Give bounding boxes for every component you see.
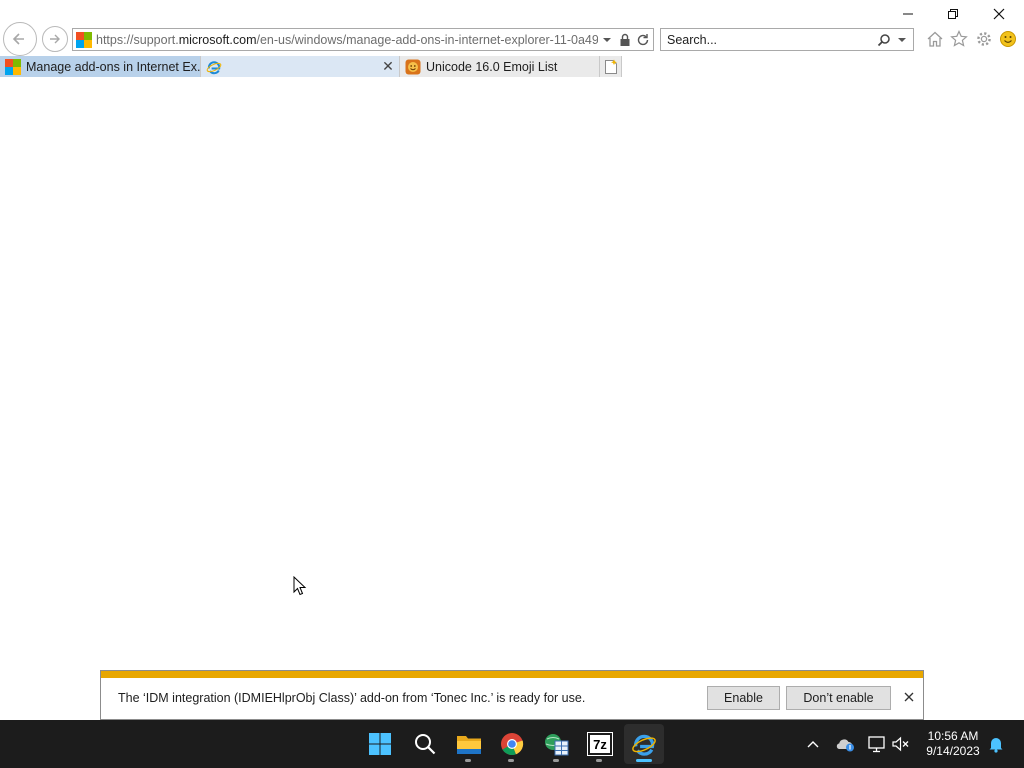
favorites-button[interactable] bbox=[948, 28, 970, 50]
new-tab-icon bbox=[604, 59, 617, 74]
system-clock[interactable]: 10:56 AM 9/14/2023 bbox=[920, 729, 986, 759]
tools-button[interactable] bbox=[973, 28, 995, 50]
chrome-icon bbox=[501, 733, 524, 755]
add-on-notification-bar: The ‘IDM integration (IDMIEHlprObj Class… bbox=[100, 670, 924, 720]
notification-accent-stripe bbox=[101, 671, 923, 678]
refresh-icon bbox=[637, 33, 649, 45]
address-dropdown-button[interactable] bbox=[598, 30, 616, 50]
search-dropdown-button[interactable] bbox=[893, 30, 911, 50]
running-indicator bbox=[465, 759, 471, 762]
url-domain: microsoft.com bbox=[178, 32, 257, 47]
chevron-up-icon bbox=[807, 741, 819, 748]
volume-tray-button[interactable] bbox=[891, 734, 911, 754]
restore-icon bbox=[948, 9, 958, 19]
close-window-button[interactable] bbox=[976, 0, 1022, 28]
7zip-app[interactable]: 7z bbox=[580, 724, 620, 764]
search-icon bbox=[415, 734, 436, 755]
internet-explorer-icon bbox=[206, 60, 222, 74]
security-lock-button[interactable] bbox=[616, 30, 634, 50]
forward-button[interactable] bbox=[42, 26, 68, 52]
internet-explorer-icon bbox=[632, 734, 656, 756]
active-indicator bbox=[636, 759, 652, 762]
browser-window: https://support.microsoft.com/en-us/wind… bbox=[0, 0, 1024, 720]
speaker-muted-icon bbox=[892, 736, 909, 752]
cloud-icon bbox=[836, 739, 854, 752]
start-button[interactable] bbox=[360, 724, 400, 764]
monitor-icon bbox=[868, 736, 885, 753]
windows-logo-icon bbox=[369, 733, 391, 755]
search-icon bbox=[877, 33, 890, 46]
search-input[interactable] bbox=[667, 32, 875, 47]
url-prefix: https://support. bbox=[96, 32, 179, 47]
notification-close-button[interactable] bbox=[901, 689, 917, 705]
close-icon bbox=[904, 692, 914, 702]
onedrive-tray-button[interactable] bbox=[835, 734, 855, 754]
show-hidden-icons-button[interactable] bbox=[803, 734, 823, 754]
new-tab-button[interactable] bbox=[600, 56, 622, 77]
tab-label: Unicode 16.0 Emoji List bbox=[426, 59, 558, 74]
enable-button[interactable]: Enable bbox=[707, 686, 780, 710]
home-icon bbox=[927, 31, 943, 47]
spreadsheet-app[interactable] bbox=[537, 724, 577, 764]
tab-bar: Manage add-ons in Internet Ex... ✕ Unico… bbox=[0, 56, 1024, 77]
microsoft-logo-icon bbox=[76, 31, 92, 48]
emoji-icon bbox=[405, 59, 421, 74]
chevron-down-icon bbox=[603, 37, 611, 42]
minimize-button[interactable] bbox=[885, 0, 931, 28]
gear-icon bbox=[977, 32, 991, 46]
dont-enable-button[interactable]: Don’t enable bbox=[786, 686, 891, 710]
bell-icon bbox=[989, 738, 1003, 753]
tab-blank[interactable]: ✕ bbox=[201, 56, 400, 77]
star-icon bbox=[950, 30, 968, 47]
back-button[interactable] bbox=[3, 22, 37, 56]
internet-explorer-app[interactable] bbox=[624, 724, 664, 764]
clock-time: 10:56 AM bbox=[927, 729, 979, 743]
close-icon bbox=[993, 8, 1005, 20]
file-explorer-app[interactable] bbox=[449, 724, 489, 764]
7zip-icon: 7z bbox=[587, 732, 613, 756]
microsoft-logo-icon bbox=[5, 58, 21, 75]
arrow-left-icon bbox=[12, 33, 24, 45]
tab-unicode-emoji-list[interactable]: Unicode 16.0 Emoji List bbox=[400, 56, 600, 77]
tab-close-button[interactable]: ✕ bbox=[380, 58, 396, 74]
network-tray-button[interactable] bbox=[867, 734, 887, 754]
mouse-cursor-icon bbox=[293, 576, 307, 596]
running-indicator bbox=[553, 759, 559, 762]
home-button[interactable] bbox=[924, 28, 946, 50]
taskbar-search-button[interactable] bbox=[405, 724, 445, 764]
address-bar[interactable]: https://support.microsoft.com/en-us/wind… bbox=[72, 28, 654, 51]
lock-icon bbox=[620, 33, 630, 46]
7zip-icon-label: 7z bbox=[593, 736, 607, 752]
search-button[interactable] bbox=[875, 30, 893, 50]
address-url[interactable]: https://support.microsoft.com/en-us/wind… bbox=[96, 33, 598, 47]
chevron-down-icon bbox=[898, 37, 906, 42]
folder-icon bbox=[457, 736, 481, 754]
minimize-icon bbox=[903, 13, 913, 15]
restore-button[interactable] bbox=[930, 0, 976, 28]
refresh-button[interactable] bbox=[634, 30, 652, 50]
search-box[interactable] bbox=[660, 28, 914, 51]
chrome-app[interactable] bbox=[492, 724, 532, 764]
notifications-button[interactable] bbox=[986, 734, 1006, 754]
notification-message: The ‘IDM integration (IDMIEHlprObj Class… bbox=[118, 691, 586, 705]
clock-date: 9/14/2023 bbox=[926, 744, 980, 758]
page-content[interactable] bbox=[0, 77, 1024, 670]
smiley-icon bbox=[1000, 31, 1016, 47]
taskbar: 7z 10:56 AM 9/14/2023 bbox=[0, 720, 1024, 768]
spreadsheet-globe-icon bbox=[545, 734, 569, 756]
tab-manage-add-ons[interactable]: Manage add-ons in Internet Ex... bbox=[0, 56, 201, 77]
tab-label: Manage add-ons in Internet Ex... bbox=[26, 59, 201, 74]
close-icon: ✕ bbox=[382, 57, 394, 74]
url-path: /en-us/windows/manage-add-ons-in-interne… bbox=[256, 32, 598, 47]
arrow-right-icon bbox=[50, 34, 60, 44]
running-indicator bbox=[508, 759, 514, 762]
feedback-button[interactable] bbox=[997, 28, 1019, 50]
running-indicator bbox=[596, 759, 602, 762]
